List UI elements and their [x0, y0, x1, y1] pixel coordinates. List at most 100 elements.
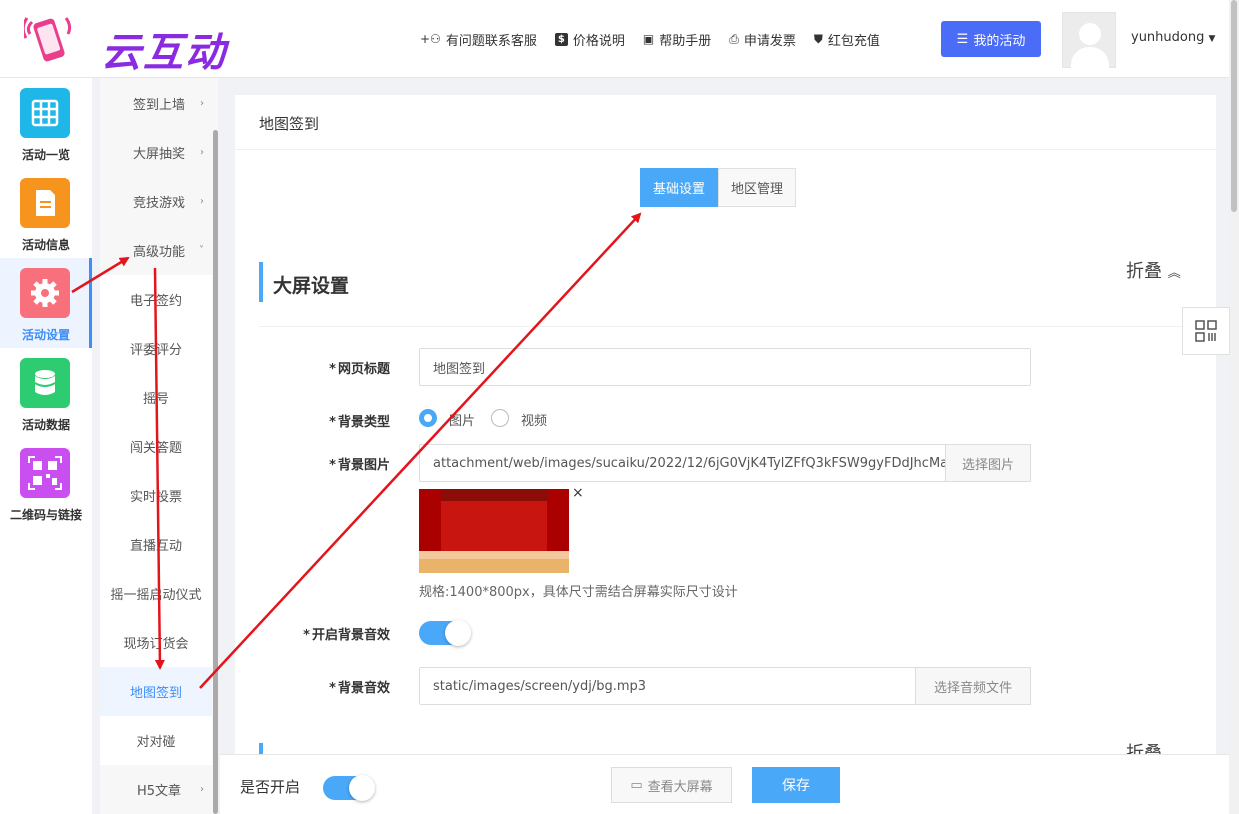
book-icon: ▣ [642, 32, 655, 46]
user-menu[interactable]: yunhudong ▼ [1131, 30, 1215, 45]
caret-down-icon: ▼ [1208, 34, 1216, 44]
menu-item-quiz[interactable]: 闯关答题 [100, 422, 212, 471]
radio-bg-image[interactable] [419, 409, 437, 427]
chevron-right-icon: › [200, 147, 204, 158]
menu-item-label: 电子签约 [129, 294, 182, 309]
print-icon: ⎙ [729, 31, 739, 46]
menu-item-live-vote[interactable]: 实时投票 [100, 471, 212, 520]
phone-logo-icon [24, 17, 72, 62]
nav-invoice[interactable]: ⎙ 申请发票 [729, 30, 796, 49]
menu-item-label: 直播互动 [129, 539, 182, 554]
avatar[interactable] [1062, 12, 1116, 69]
menu-item-live-interact[interactable]: 直播互动 [100, 520, 212, 569]
gear-icon [20, 268, 70, 318]
sidebar-scrollbar[interactable] [213, 130, 218, 814]
menu-item-label: 大屏抽奖 [132, 147, 185, 162]
sidebar-item-qrcode-links[interactable]: 二维码与链接 [0, 438, 92, 528]
page-title-input[interactable]: 地图签到 [419, 348, 1031, 386]
menu-item-label: 高级功能 [132, 245, 185, 260]
menu-item-judge-score[interactable]: 评委评分 [100, 324, 212, 373]
divider [259, 326, 1216, 327]
sidebar-item-label: 活动一览 [21, 148, 70, 162]
my-activity-label: 我的活动 [973, 33, 1026, 49]
my-activity-button[interactable]: ☰ 我的活动 [941, 21, 1041, 57]
page-scrollbar[interactable] [1229, 0, 1239, 814]
menu-item-label: H5文章 [136, 784, 182, 799]
collapse-label: 折叠 [1126, 743, 1162, 754]
enable-toggle[interactable] [323, 775, 375, 801]
scrollbar-thumb[interactable] [1231, 0, 1237, 212]
sidebar-item-label: 活动信息 [21, 238, 70, 252]
collapse-label: 折叠 [1126, 261, 1162, 282]
database-icon [20, 358, 70, 408]
page-title: 地图签到 [259, 115, 320, 133]
qrcode-float-button[interactable] [1182, 307, 1230, 355]
radio-label: 图片 [449, 414, 476, 429]
sidebar-item-activity-overview[interactable]: 活动一览 [0, 78, 92, 168]
menu-item-label: 摇号 [142, 392, 169, 407]
bottom-action-bar: 是否开启 ▭ 查看大屏幕 保存 [220, 754, 1229, 814]
shield-icon: ⛊ [813, 31, 823, 46]
nav-recharge[interactable]: ⛊ 红包充值 [814, 30, 880, 49]
remove-image-icon[interactable]: × [572, 485, 584, 501]
nav-contact-support[interactable]: +⚇ 有问题联系客服 [420, 30, 537, 49]
nav-label: 红包充值 [827, 33, 880, 49]
menu-item-number-draw[interactable]: 摇号 [100, 373, 212, 422]
top-nav: +⚇ 有问题联系客服 $ 价格说明 ▣ 帮助手册 ⎙ 申请发票 ⛊ 红包充值 [420, 22, 898, 56]
view-big-screen-label: 查看大屏幕 [647, 779, 713, 795]
section-accent-bar [259, 262, 263, 302]
field-label: * 背景类型 [329, 415, 390, 430]
save-button[interactable]: 保存 [752, 767, 840, 803]
top-header: 云互动 +⚇ 有问题联系客服 $ 价格说明 ▣ 帮助手册 ⎙ 申请发票 ⛊ 红包充值 ☰ … [0, 0, 1229, 78]
menu-item-e-sign[interactable]: 电子签约 [100, 275, 212, 324]
menu-item-shake-launch[interactable]: 摇一摇启动仪式 [100, 569, 212, 618]
field-label: * 网页标题 [329, 362, 390, 377]
radio-label: 视频 [521, 414, 548, 429]
laptop-icon: ▭ [630, 777, 643, 793]
username: yunhudong [1131, 30, 1205, 45]
primary-sidebar: 活动一览 活动信息 活动设置 活动数据 二维码与链接 [0, 78, 92, 814]
nav-label: 帮助手册 [659, 33, 712, 49]
bg-image-path-input[interactable]: attachment/web/images/sucaiku/2022/12/6j… [419, 444, 946, 482]
grid-icon [20, 88, 70, 138]
menu-item-h5-article[interactable]: H5文章 › [100, 765, 218, 814]
menu-item-signin-wall[interactable]: 签到上墙 › [100, 79, 218, 128]
tab-basic-settings[interactable]: 基础设置 [640, 168, 719, 207]
chevron-right-icon: › [200, 196, 204, 207]
collapse-toggle[interactable]: 折叠 ︽ [1126, 257, 1181, 283]
list-icon: ☰ [956, 31, 969, 47]
menu-item-order-fair[interactable]: 现场订货会 [100, 618, 212, 667]
menu-item-advanced[interactable]: 高级功能 ˅ [100, 226, 218, 275]
menu-item-lottery[interactable]: 大屏抽奖 › [100, 128, 218, 177]
menu-item-games[interactable]: 竞技游戏 › [100, 177, 218, 226]
menu-item-label: 签到上墙 [132, 98, 185, 113]
dollar-icon: $ [554, 32, 568, 46]
menu-item-match[interactable]: 对对碰 [100, 716, 212, 765]
choose-image-button[interactable]: 选择图片 [945, 444, 1031, 482]
chevron-double-up-icon: ︽ [1167, 266, 1181, 281]
collapse-toggle[interactable]: 折叠 ︽ [1126, 739, 1181, 754]
menu-item-label: 竞技游戏 [132, 196, 185, 211]
tab-region-management[interactable]: 地区管理 [718, 168, 797, 207]
add-user-icon: +⚇ [420, 32, 441, 46]
choose-audio-button[interactable]: 选择音频文件 [915, 667, 1031, 705]
sidebar-item-activity-settings[interactable]: 活动设置 [0, 258, 92, 348]
radio-bg-video[interactable] [491, 409, 509, 427]
sidebar-item-activity-info[interactable]: 活动信息 [0, 168, 92, 258]
nav-help-manual[interactable]: ▣ 帮助手册 [643, 30, 711, 49]
section-accent-bar [259, 743, 263, 754]
sidebar-item-label: 活动设置 [21, 328, 70, 342]
nav-pricing[interactable]: $ 价格说明 [554, 30, 625, 49]
view-big-screen-button[interactable]: ▭ 查看大屏幕 [611, 767, 732, 803]
bg-music-path-input[interactable]: static/images/screen/ydj/bg.mp3 [419, 667, 916, 705]
bg-music-toggle[interactable] [419, 620, 471, 646]
sidebar-item-activity-data[interactable]: 活动数据 [0, 348, 92, 438]
field-label: * 背景图片 [329, 458, 390, 473]
divider [235, 149, 1216, 150]
secondary-sidebar: 签到上墙 › 大屏抽奖 › 竞技游戏 › 高级功能 ˅ 电子签约 评委评分 摇号 闯关答… [100, 78, 218, 814]
brand-logo[interactable]: 云互动 [18, 10, 228, 76]
menu-item-map-signin[interactable]: 地图签到 [100, 667, 212, 716]
qrcode-icon [1195, 320, 1217, 342]
qrcode-icon [20, 448, 70, 498]
nav-label: 有问题联系客服 [445, 33, 537, 49]
